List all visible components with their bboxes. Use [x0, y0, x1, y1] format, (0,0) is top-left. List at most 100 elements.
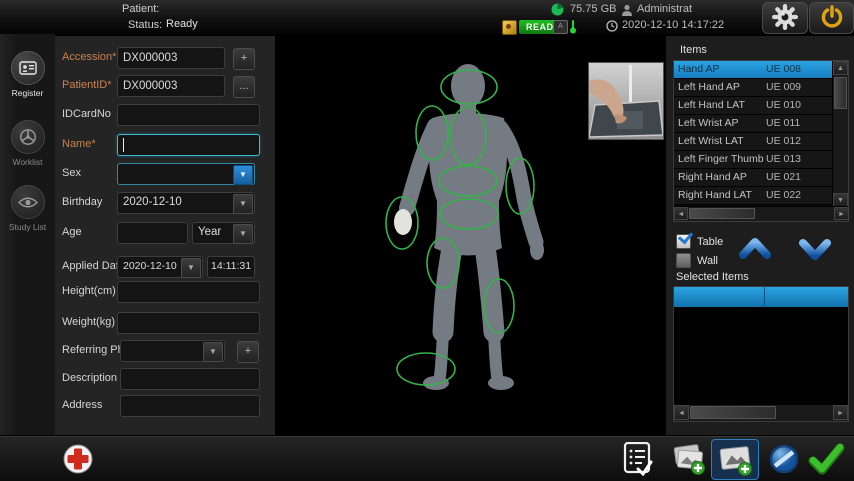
description-row: Description [55, 368, 275, 392]
description-input[interactable] [120, 368, 260, 390]
birthday-value: 2020-12-10 [123, 196, 182, 208]
height-row: Height(cm) [55, 281, 275, 305]
scroll-left-icon[interactable]: ◄ [674, 207, 688, 220]
table-checkbox[interactable] [676, 234, 691, 249]
cancel-study-button[interactable] [768, 443, 800, 475]
age-row: Age Year ▼ [55, 222, 275, 246]
patient-id-input[interactable] [117, 75, 225, 97]
body-map-canvas [275, 36, 665, 435]
patient-form: Accession* + PatientID* ... IDCardNo Nam… [55, 36, 275, 435]
applied-date-label: Applied Date [62, 260, 125, 272]
positioning-thumbnail [588, 62, 664, 140]
age-unit-value: Year [198, 226, 221, 238]
sex-label: Sex [62, 167, 81, 179]
table-check-row[interactable]: Table [676, 234, 723, 249]
birthday-row: Birthday 2020-12-10 ▼ [55, 192, 275, 216]
check-icon [807, 442, 845, 476]
selected-items-label: Selected Items [676, 271, 749, 283]
scroll-up-icon[interactable]: ▲ [833, 61, 848, 75]
scroll-right-icon[interactable]: ► [834, 207, 849, 220]
scroll-down-icon[interactable]: ▼ [833, 193, 848, 207]
sidebar-item-worklist[interactable]: Worklist [0, 120, 55, 167]
emergency-patient-button[interactable] [62, 443, 94, 475]
item-code: UE 021 [766, 169, 834, 186]
confirm-button[interactable] [806, 441, 846, 477]
name-label: Name* [62, 138, 96, 150]
description-label: Description [62, 372, 117, 384]
items-panel: Items Hand APUE 008Left Hand APUE 009Lef… [666, 36, 854, 435]
selected-horizontal-scrollbar[interactable]: ◄ ► [674, 404, 848, 421]
header-cell [765, 287, 848, 307]
item-code: UE 008 [766, 61, 834, 78]
weight-input[interactable] [117, 312, 260, 334]
item-name: Left Hand LAT [674, 97, 766, 114]
wall-check-row[interactable]: Wall [676, 253, 718, 268]
item-row[interactable]: Hand APUE 008 [674, 61, 834, 79]
age-input[interactable] [117, 222, 188, 244]
scroll-left-icon[interactable]: ◄ [674, 405, 689, 420]
height-input[interactable] [117, 281, 260, 303]
items-horizontal-scrollbar[interactable]: ◄ ► [674, 206, 848, 221]
item-name: Left Hand AP [674, 79, 766, 96]
sex-select[interactable]: ▼ [117, 163, 255, 185]
accession-input[interactable] [117, 47, 225, 69]
move-down-button[interactable] [796, 233, 834, 268]
sidebar: Register Worklist Study List [0, 34, 55, 435]
referring-add-button[interactable]: + [237, 341, 259, 363]
birthday-select[interactable]: 2020-12-10 ▼ [117, 192, 255, 214]
chevron-down-icon[interactable]: ▼ [233, 165, 253, 185]
move-up-button[interactable] [736, 233, 774, 268]
add-image-button[interactable] [711, 439, 759, 480]
chevron-down-icon[interactable]: ▼ [181, 258, 201, 278]
scroll-right-icon[interactable]: ► [833, 405, 848, 420]
item-row[interactable]: Right Hand LATUE 022 [674, 187, 834, 205]
item-row[interactable]: Right Hand APUE 021 [674, 169, 834, 187]
wall-checkbox-label: Wall [697, 255, 718, 267]
sidebar-item-register[interactable]: Register [0, 51, 55, 98]
power-button[interactable] [809, 2, 854, 34]
address-row: Address [55, 395, 275, 419]
item-row[interactable]: Left Wrist LATUE 012 [674, 133, 834, 151]
item-row[interactable]: Left Hand APUE 009 [674, 79, 834, 97]
item-row[interactable]: Left Wrist APUE 011 [674, 115, 834, 133]
patient-id-browse-button[interactable]: ... [233, 76, 255, 98]
address-input[interactable] [120, 395, 260, 417]
disk-space: 75.75 GB [570, 3, 616, 15]
item-row[interactable]: Left Hand LATUE 010 [674, 97, 834, 115]
scroll-thumb[interactable] [689, 208, 755, 219]
accession-add-button[interactable]: + [233, 48, 255, 70]
items-vertical-scrollbar[interactable]: ▲ ▼ [832, 61, 848, 207]
item-row[interactable]: Left Finger ThumbUE 013 [674, 151, 834, 169]
selected-items-body[interactable] [674, 307, 848, 403]
sidebar-item-study-list[interactable]: Study List [0, 185, 55, 232]
chevron-down-icon[interactable]: ▼ [233, 194, 253, 214]
worklist-icon [11, 120, 45, 154]
settings-button[interactable] [762, 2, 808, 34]
item-code: UE 013 [766, 151, 834, 168]
age-label: Age [62, 226, 82, 238]
chevron-down-icon[interactable]: ▼ [203, 342, 223, 362]
power-icon [820, 5, 844, 32]
add-study-button[interactable] [668, 442, 708, 476]
chevron-down-icon[interactable]: ▼ [233, 224, 253, 244]
applied-date-select[interactable]: 2020-12-10 ▼ [117, 256, 203, 278]
selected-items-header [674, 287, 848, 307]
applied-time-field[interactable]: 14:11:31 [207, 256, 255, 278]
id-card-row: IDCardNo [55, 104, 275, 128]
age-unit-select[interactable]: Year ▼ [192, 222, 255, 244]
id-card-label: IDCardNo [62, 108, 111, 120]
id-card-input[interactable] [117, 104, 260, 126]
accession-row: Accession* + [55, 47, 275, 71]
item-name: Left Finger Thumb [674, 151, 766, 168]
applied-date-value: 2020-12-10 [123, 260, 177, 272]
worklist-details-button[interactable] [620, 441, 656, 477]
scroll-thumb[interactable] [834, 77, 847, 109]
referring-select[interactable]: ▼ [120, 340, 225, 362]
thermometer-icon [569, 19, 577, 37]
scroll-thumb[interactable] [690, 406, 776, 419]
list-check-icon [623, 442, 653, 476]
accession-label: Accession* [62, 51, 116, 63]
name-input[interactable] [117, 134, 260, 156]
wall-checkbox[interactable] [676, 253, 691, 268]
sex-row: Sex ▼ [55, 163, 275, 187]
